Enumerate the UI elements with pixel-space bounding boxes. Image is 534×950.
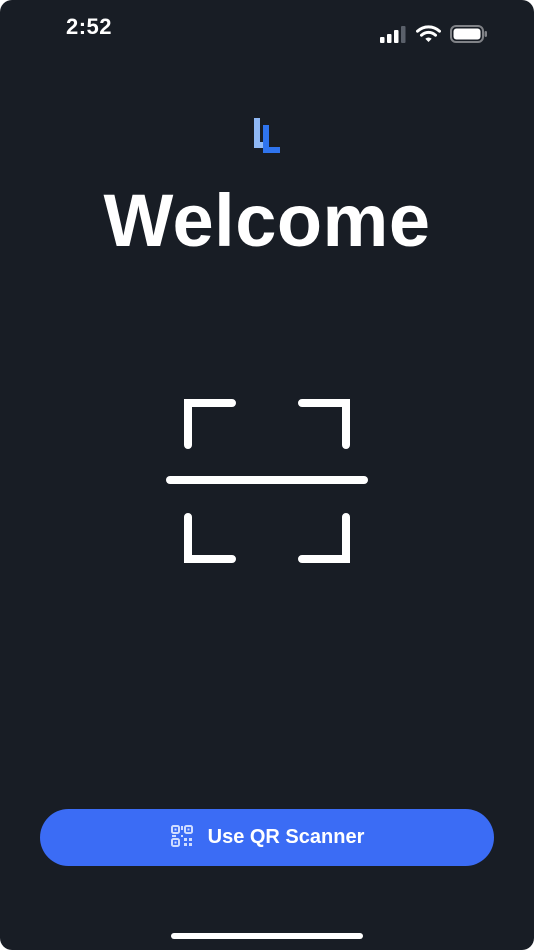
page-title: Welcome xyxy=(103,179,431,262)
use-qr-scanner-button[interactable]: Use QR Scanner xyxy=(40,809,494,866)
cellular-signal-icon xyxy=(380,25,407,48)
home-indicator[interactable] xyxy=(171,933,363,939)
welcome-screen: 2:52 Welcome Use QR Scanner xyxy=(0,0,534,950)
qr-code-icon xyxy=(170,824,194,851)
use-qr-scanner-label: Use QR Scanner xyxy=(207,826,365,848)
app-logo xyxy=(252,116,282,156)
status-time: 2:52 xyxy=(66,14,113,39)
battery-icon xyxy=(450,24,488,48)
qr-scan-frame-icon xyxy=(164,395,370,567)
wifi-icon xyxy=(416,24,441,48)
status-icons xyxy=(380,24,488,48)
status-bar: 2:52 xyxy=(0,0,534,56)
